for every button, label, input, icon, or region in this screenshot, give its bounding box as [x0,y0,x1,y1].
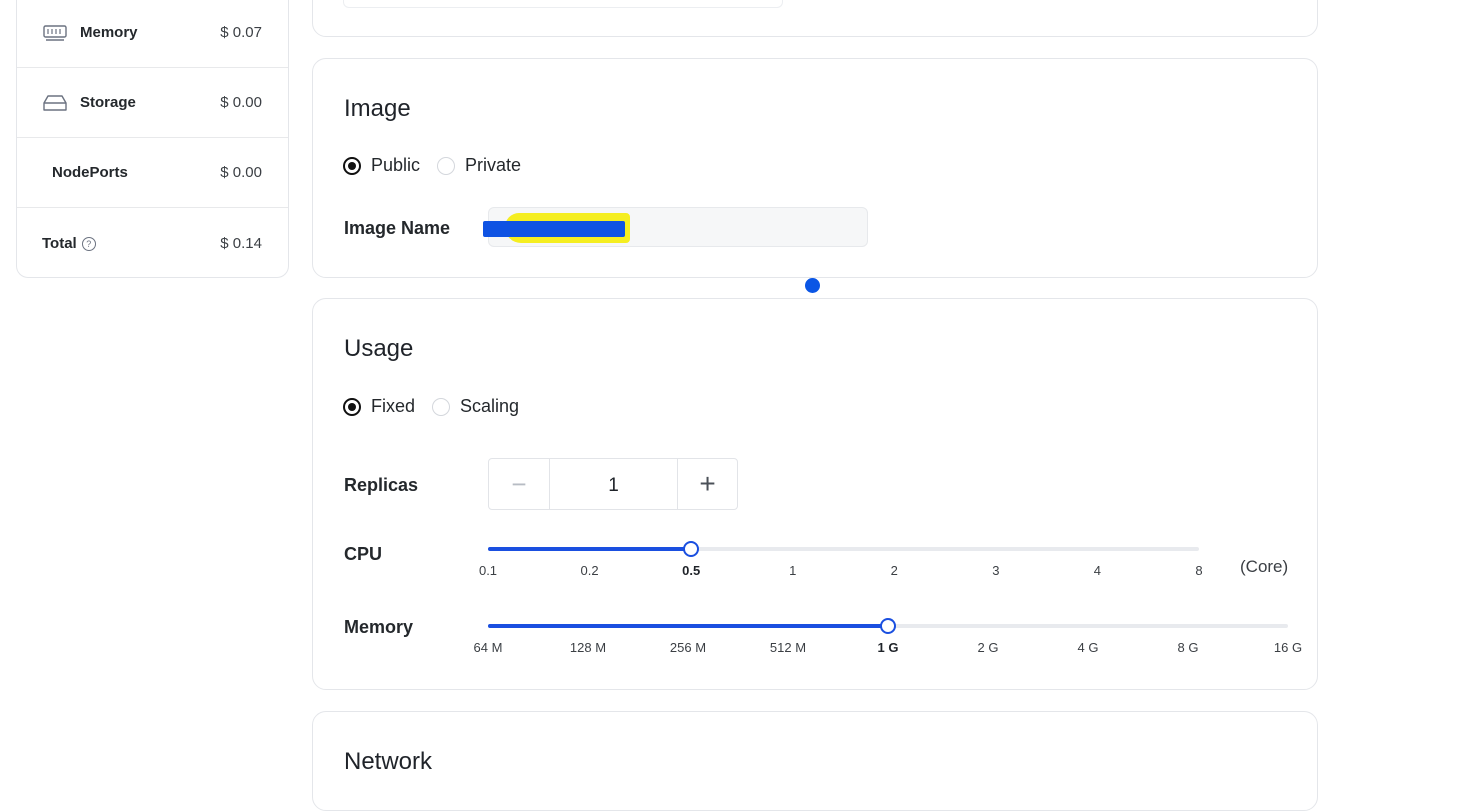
usage-section-title: Usage [344,335,414,362]
usage-mode-radio-group: Fixed Scaling [343,396,536,417]
network-section-title: Network [344,748,433,775]
cost-summary-panel: Memory $ 0.07 Storage $ 0.00 NodePorts $… [16,0,289,278]
memory-tick-label[interactable]: 8 G [1178,640,1199,655]
memory-slider-thumb[interactable] [880,618,896,634]
cost-row-memory: Memory $ 0.07 [17,0,288,68]
cpu-tick-label[interactable]: 0.1 [479,563,497,578]
cost-price-memory: $ 0.07 [220,24,262,41]
usage-card: Usage Fixed Scaling Replicas − 1 + CPU 0… [312,298,1318,690]
image-card: Image Public Private Image Name [312,58,1318,278]
memory-tick-label[interactable]: 2 G [978,640,999,655]
network-card: Network [312,711,1318,811]
cost-price-nodeports: $ 0.00 [220,164,262,181]
public-radio[interactable] [343,156,361,175]
cost-row-storage: Storage $ 0.00 [17,68,288,138]
cpu-slider-fill [488,547,692,551]
fixed-radio-label[interactable]: Fixed [371,396,415,417]
previous-card [312,0,1318,37]
redaction-mark [483,221,625,237]
memory-slider-fill [488,624,888,628]
cost-label-total: Total? [42,235,96,252]
image-name-label: Image Name [344,218,451,238]
cpu-label: CPU [344,544,383,564]
image-visibility-radio-group: Public Private [343,155,538,176]
cost-row-nodeports: NodePorts $ 0.00 [17,138,288,208]
memory-tick-label[interactable]: 4 G [1078,640,1099,655]
cpu-slider-thumb[interactable] [683,541,700,557]
memory-tick-label[interactable]: 256 M [670,640,706,655]
cost-label-memory: Memory [80,24,138,41]
memory-icon [43,25,67,41]
memory-tick-label[interactable]: 128 M [570,640,606,655]
replicas-stepper: − 1 + [488,458,738,510]
replicas-label: Replicas [344,475,419,495]
cost-row-total: Total? $ 0.14 [17,208,288,278]
scaling-radio[interactable] [432,397,451,416]
memory-label: Memory [344,617,414,637]
public-radio-label[interactable]: Public [371,155,420,176]
cpu-tick-label[interactable]: 0.2 [581,563,599,578]
storage-icon [43,95,67,111]
memory-tick-label[interactable]: 16 G [1274,640,1302,655]
cost-price-storage: $ 0.00 [220,94,262,111]
memory-tick-label[interactable]: 1 G [878,640,899,655]
cpu-unit-label: (Core) [1240,557,1289,576]
fixed-radio[interactable] [343,397,361,416]
total-label-text: Total [42,234,77,252]
replicas-decrement-button[interactable]: − [489,459,549,509]
previous-card-input[interactable] [343,0,783,8]
cpu-tick-label[interactable]: 3 [992,563,999,578]
replicas-value-input[interactable]: 1 [549,459,678,509]
memory-tick-label[interactable]: 64 M [474,640,503,655]
cpu-tick-label[interactable]: 1 [789,563,796,578]
cpu-tick-label[interactable]: 4 [1094,563,1101,578]
image-section-title: Image [344,95,411,122]
help-icon[interactable]: ? [81,236,96,251]
cost-price-total: $ 0.14 [220,234,262,252]
private-radio[interactable] [437,156,456,175]
cost-label-nodeports: NodePorts [52,164,128,181]
cpu-tick-label[interactable]: 8 [1195,563,1202,578]
cpu-tick-label[interactable]: 2 [891,563,898,578]
drag-handle-dot[interactable] [805,278,820,293]
private-radio-label[interactable]: Private [465,155,521,176]
cpu-tick-label[interactable]: 0.5 [682,563,700,578]
cost-label-storage: Storage [80,94,136,111]
replicas-increment-button[interactable]: + [678,459,737,509]
scaling-radio-label[interactable]: Scaling [460,396,519,417]
memory-tick-label[interactable]: 512 M [770,640,806,655]
